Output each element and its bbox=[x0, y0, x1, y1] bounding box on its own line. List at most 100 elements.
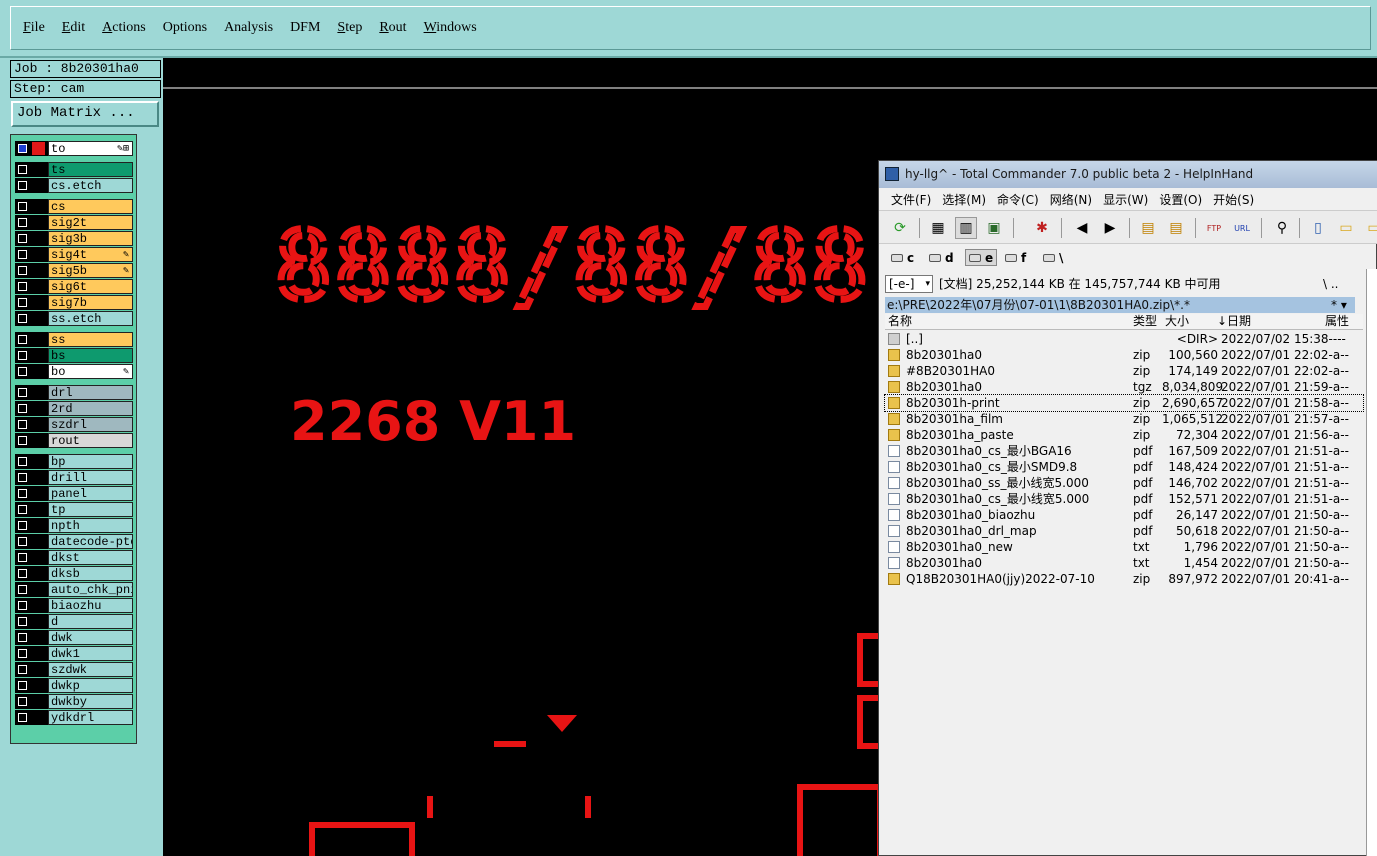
layer-row-cs[interactable]: cs bbox=[15, 199, 133, 214]
layer-checkbox[interactable] bbox=[18, 569, 27, 578]
layer-checkbox[interactable] bbox=[18, 436, 27, 445]
notepad-icon[interactable]: ▯ bbox=[1307, 217, 1329, 239]
file-row[interactable]: 8b20301ha0_biaozhu pdf 26,147 2022/07/01 21… bbox=[885, 507, 1363, 523]
back-arrow-icon[interactable]: ◀ bbox=[1071, 217, 1093, 239]
layer-row-dwk1[interactable]: dwk1 bbox=[15, 646, 133, 661]
file-row[interactable]: 8b20301ha0_cs_最小线宽5.000 pdf 152,571 2022/07… bbox=[885, 491, 1363, 507]
layer-row-ss.etch[interactable]: ss.etch bbox=[15, 311, 133, 326]
layer-checkbox[interactable] bbox=[18, 633, 27, 642]
layer-row-ss[interactable]: ss bbox=[15, 332, 133, 347]
layer-checkbox[interactable] bbox=[18, 457, 27, 466]
menu-step[interactable]: Step bbox=[337, 20, 362, 36]
root-parent-buttons[interactable]: \ .. bbox=[1323, 274, 1339, 294]
drive-dropdown[interactable]: [-e-] ▾ bbox=[885, 275, 933, 293]
file-row[interactable]: 8b20301ha0_new txt 1,796 2022/07/01 21:50-a… bbox=[885, 539, 1363, 555]
layer-row-drl[interactable]: drl bbox=[15, 385, 133, 400]
layer-checkbox[interactable] bbox=[18, 617, 27, 626]
layer-row-ydkdrl[interactable]: ydkdrl bbox=[15, 710, 133, 725]
layer-checkbox[interactable] bbox=[18, 144, 27, 153]
menu-options[interactable]: Options bbox=[163, 20, 207, 36]
file-row[interactable]: 8b20301ha0_cs_最小SMD9.8 pdf 148,424 2022/07/… bbox=[885, 459, 1363, 475]
tc-menu-item[interactable]: 选择(M) bbox=[942, 191, 986, 208]
search-icon[interactable]: ⚲ bbox=[1271, 217, 1293, 239]
current-path[interactable]: e:\PRE\2022年\07月份\07-01\1\8B20301HA0.zip… bbox=[885, 297, 1355, 313]
total-commander-window[interactable]: hy-llg^ - Total Commander 7.0 public bet… bbox=[878, 160, 1377, 856]
folder-icon-2[interactable]: ▭ bbox=[1363, 217, 1377, 239]
layer-row-sig6t[interactable]: sig6t bbox=[15, 279, 133, 294]
layer-checkbox[interactable] bbox=[18, 713, 27, 722]
layer-row-szdrl[interactable]: szdrl bbox=[15, 417, 133, 432]
menu-windows[interactable]: Windows bbox=[424, 20, 477, 36]
tc-menu-item[interactable]: 命令(C) bbox=[997, 191, 1039, 208]
tc-menu-item[interactable]: 设置(O) bbox=[1159, 191, 1202, 208]
pack-icon[interactable]: ▤ bbox=[1137, 217, 1159, 239]
unpack-icon[interactable]: ▤ bbox=[1165, 217, 1187, 239]
file-row[interactable]: 8b20301ha0_cs_最小BGA16 pdf 167,509 2022/07/0… bbox=[885, 443, 1363, 459]
column-attr[interactable]: 属性 bbox=[1325, 314, 1349, 329]
layer-checkbox[interactable] bbox=[18, 697, 27, 706]
path-history-button[interactable]: * ▾ bbox=[1331, 297, 1347, 313]
layer-checkbox[interactable] bbox=[18, 165, 27, 174]
layer-row-dkst[interactable]: dkst bbox=[15, 550, 133, 565]
menu-file[interactable]: File bbox=[23, 20, 45, 36]
layer-row-sig4t[interactable]: sig4t ✎ bbox=[15, 247, 133, 262]
layer-checkbox[interactable] bbox=[18, 585, 27, 594]
column-size[interactable]: 大小 bbox=[1165, 314, 1189, 329]
layer-row-bo[interactable]: bo ✎ bbox=[15, 364, 133, 379]
drive-button-f[interactable]: f bbox=[1005, 249, 1026, 266]
file-row[interactable]: 8b20301ha0 tgz 8,034,809 2022/07/01 21:59-a… bbox=[885, 379, 1363, 395]
layer-checkbox[interactable] bbox=[18, 489, 27, 498]
brief-view-icon[interactable]: ▦ bbox=[927, 217, 949, 239]
layer-row-auto_chk_pni[interactable]: auto_chk_pni bbox=[15, 582, 133, 597]
layer-row-panel[interactable]: panel bbox=[15, 486, 133, 501]
layer-row-tp[interactable]: tp bbox=[15, 502, 133, 517]
layer-row-dksb[interactable]: dksb bbox=[15, 566, 133, 581]
layer-checkbox[interactable] bbox=[18, 202, 27, 211]
menu-analysis[interactable]: Analysis bbox=[224, 20, 273, 36]
layer-checkbox[interactable] bbox=[18, 649, 27, 658]
layer-checkbox[interactable] bbox=[18, 250, 27, 259]
file-row[interactable]: #8B20301HA0 zip 174,149 2022/07/01 22:02-a-… bbox=[885, 363, 1363, 379]
file-row[interactable]: 8b20301ha0 txt 1,454 2022/07/01 21:50-a-- bbox=[885, 555, 1363, 571]
layer-checkbox[interactable] bbox=[18, 335, 27, 344]
layer-row-dwk[interactable]: dwk bbox=[15, 630, 133, 645]
file-row[interactable]: 8b20301ha0 zip 100,560 2022/07/01 22:02-a-- bbox=[885, 347, 1363, 363]
forward-arrow-icon[interactable]: ▶ bbox=[1099, 217, 1121, 239]
menu-actions[interactable]: Actions bbox=[102, 20, 146, 36]
layer-row-biaozhu[interactable]: biaozhu bbox=[15, 598, 133, 613]
thumbnail-view-icon[interactable]: ▣ bbox=[983, 217, 1005, 239]
layer-row-datecode-pte[interactable]: datecode-pte bbox=[15, 534, 133, 549]
menu-rout[interactable]: Rout bbox=[379, 20, 406, 36]
layer-checkbox[interactable] bbox=[18, 601, 27, 610]
layer-row-ts[interactable]: ts bbox=[15, 162, 133, 177]
layer-row-bs[interactable]: bs bbox=[15, 348, 133, 363]
layer-checkbox[interactable] bbox=[18, 665, 27, 674]
layer-checkbox[interactable] bbox=[18, 404, 27, 413]
layer-checkbox[interactable] bbox=[18, 505, 27, 514]
ftp-icon[interactable]: FTP bbox=[1203, 217, 1225, 239]
job-matrix-button[interactable]: Job Matrix ... bbox=[11, 101, 159, 127]
drive-button-e[interactable]: e bbox=[965, 249, 998, 266]
file-row[interactable]: 8b20301ha_paste zip 72,304 2022/07/01 21:56… bbox=[885, 427, 1363, 443]
file-row[interactable]: [..] <DIR> 2022/07/02 15:38---- bbox=[885, 331, 1363, 347]
layer-row-rout[interactable]: rout bbox=[15, 433, 133, 448]
layer-checkbox[interactable] bbox=[18, 234, 27, 243]
layer-row-drill[interactable]: drill bbox=[15, 470, 133, 485]
file-row[interactable]: Q18B20301HA0(jjy)2022-07-10 zip 897,972 202… bbox=[885, 571, 1363, 587]
tc-menu-item[interactable]: 文件(F) bbox=[891, 191, 931, 208]
file-row[interactable]: 8b20301ha0_ss_最小线宽5.000 pdf 146,702 2022/07… bbox=[885, 475, 1363, 491]
tc-menu-item[interactable]: 开始(S) bbox=[1213, 191, 1254, 208]
file-row[interactable]: 8b20301h-print zip 2,690,657 2022/07/01 21:… bbox=[884, 394, 1364, 412]
layer-checkbox[interactable] bbox=[18, 420, 27, 429]
menu-dfm[interactable]: DFM bbox=[290, 20, 320, 36]
invert-selection-icon[interactable]: ✱ bbox=[1031, 217, 1053, 239]
menu-edit[interactable]: Edit bbox=[62, 20, 85, 36]
layer-row-to[interactable]: to ✎⊞ bbox=[15, 141, 133, 156]
layer-row-2rd[interactable]: 2rd bbox=[15, 401, 133, 416]
tc-titlebar[interactable]: hy-llg^ - Total Commander 7.0 public bet… bbox=[879, 161, 1377, 188]
layer-checkbox[interactable] bbox=[18, 388, 27, 397]
tc-menu-item[interactable]: 显示(W) bbox=[1103, 191, 1148, 208]
url-icon[interactable]: URL bbox=[1231, 217, 1253, 239]
column-date[interactable]: ↓日期 bbox=[1217, 314, 1251, 329]
layer-checkbox[interactable] bbox=[18, 681, 27, 690]
